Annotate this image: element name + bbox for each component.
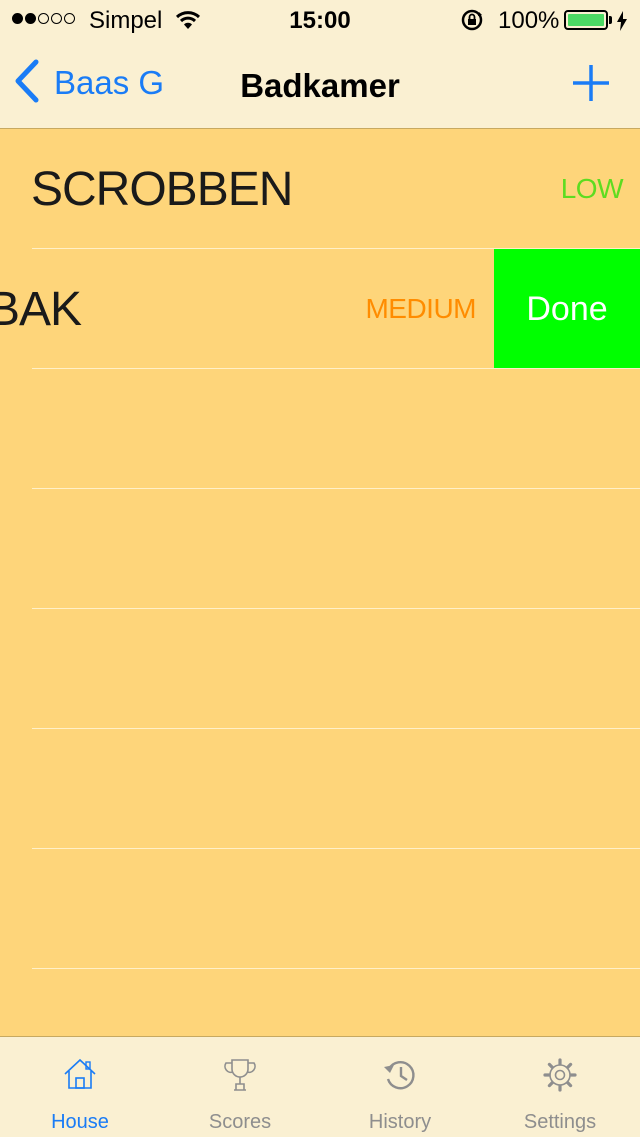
- row-separator: [32, 968, 640, 969]
- table-row[interactable]: BAK MEDIUM Done: [0, 249, 640, 369]
- empty-row: [0, 729, 640, 849]
- table-row[interactable]: SCROBBEN LOW: [0, 129, 640, 249]
- tab-scores[interactable]: Scores: [160, 1037, 320, 1137]
- battery-cap: [609, 16, 612, 24]
- tab-label: House: [51, 1111, 109, 1133]
- priority-label: LOW: [560, 173, 624, 204]
- empty-row: [0, 489, 640, 609]
- priority-label: MEDIUM: [365, 293, 476, 324]
- task-name: BAK: [0, 283, 82, 336]
- tab-label: History: [368, 1111, 432, 1133]
- page-title: Badkamer: [240, 67, 400, 104]
- tab-label: Scores: [208, 1111, 272, 1133]
- empty-row: [0, 849, 640, 969]
- history-icon: [382, 1057, 418, 1098]
- done-button[interactable]: Done: [494, 249, 640, 369]
- navigation-bar: Baas G Badkamer: [0, 40, 640, 129]
- tab-settings[interactable]: Settings: [480, 1037, 640, 1137]
- rotation-lock-icon: [460, 9, 484, 38]
- trophy-icon: [222, 1057, 258, 1098]
- empty-row: [0, 609, 640, 729]
- gear-icon: [542, 1057, 578, 1098]
- tab-history[interactable]: History: [320, 1037, 480, 1137]
- add-task-button[interactable]: [570, 62, 612, 104]
- house-icon: [62, 1057, 98, 1096]
- task-name: SCROBBEN: [31, 163, 293, 216]
- battery-percentage: 100%: [498, 7, 560, 34]
- empty-row: [0, 369, 640, 489]
- status-bar: Simpel 15:00 100%: [0, 0, 640, 40]
- tab-house[interactable]: House: [0, 1037, 160, 1137]
- task-table: SCROBBEN LOW BAK MEDIUM Done: [0, 129, 640, 1036]
- charging-bolt-icon: [616, 10, 628, 38]
- battery-icon: [564, 10, 608, 30]
- plus-icon: [570, 65, 612, 108]
- tab-label: Settings: [523, 1111, 597, 1133]
- tab-bar: House Scores History Settings: [0, 1036, 640, 1137]
